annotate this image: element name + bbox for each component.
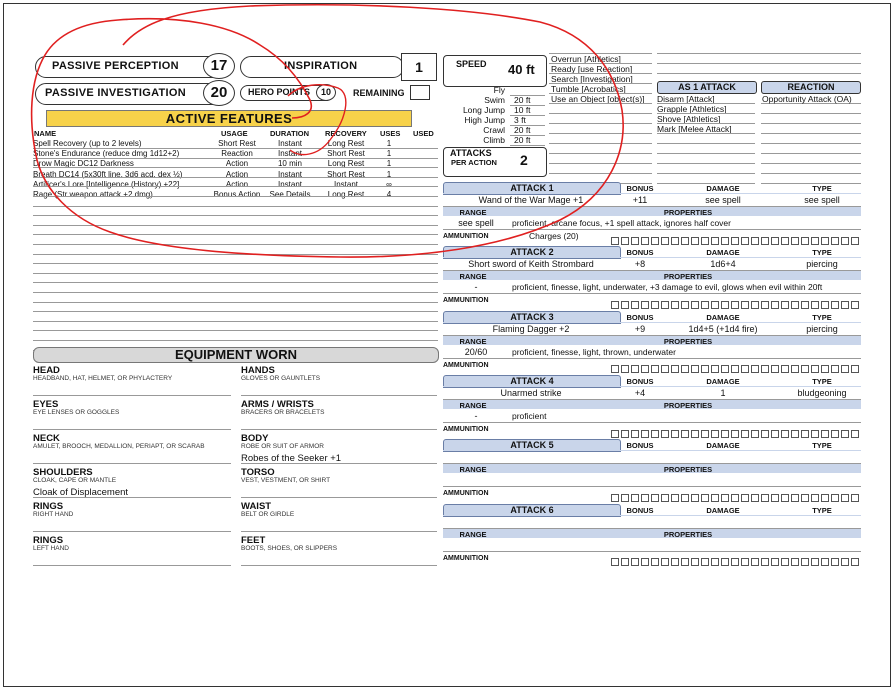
annotation-stroke: [30, 3, 624, 258]
annotation-hook: [287, 84, 347, 156]
red-annotation-scribble: [30, 3, 624, 258]
